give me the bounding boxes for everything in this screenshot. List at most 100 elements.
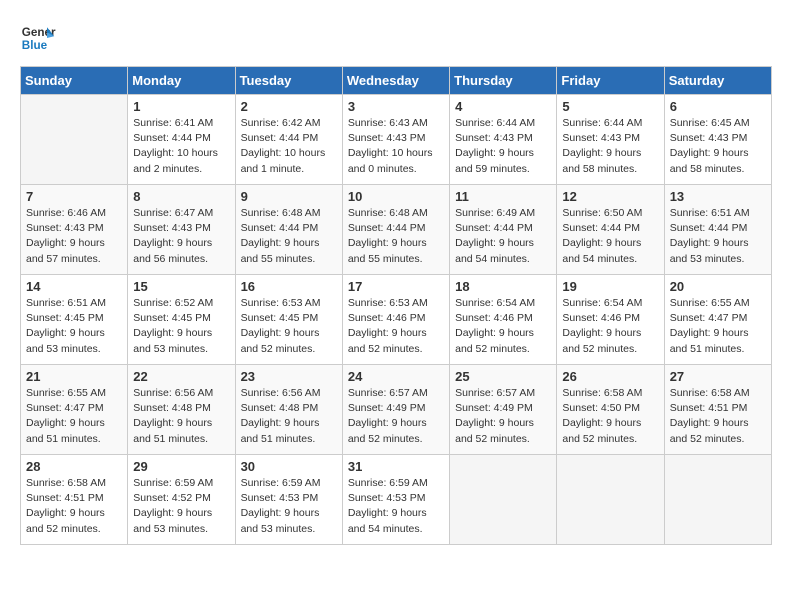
day-number: 7 (26, 189, 122, 204)
day-header-thursday: Thursday (450, 67, 557, 95)
calendar-cell: 30 Sunrise: 6:59 AM Sunset: 4:53 PM Dayli… (235, 455, 342, 545)
day-info: Sunrise: 6:57 AM Sunset: 4:49 PM Dayligh… (348, 386, 444, 447)
logo: General Blue (20, 20, 56, 56)
week-row-3: 14 Sunrise: 6:51 AM Sunset: 4:45 PM Dayli… (21, 275, 772, 365)
calendar-cell: 4 Sunrise: 6:44 AM Sunset: 4:43 PM Daylig… (450, 95, 557, 185)
calendar-table: SundayMondayTuesdayWednesdayThursdayFrid… (20, 66, 772, 545)
calendar-cell: 1 Sunrise: 6:41 AM Sunset: 4:44 PM Daylig… (128, 95, 235, 185)
day-info: Sunrise: 6:59 AM Sunset: 4:53 PM Dayligh… (241, 476, 337, 537)
calendar-cell: 29 Sunrise: 6:59 AM Sunset: 4:52 PM Dayli… (128, 455, 235, 545)
calendar-body: 1 Sunrise: 6:41 AM Sunset: 4:44 PM Daylig… (21, 95, 772, 545)
day-number: 26 (562, 369, 658, 384)
day-number: 23 (241, 369, 337, 384)
day-info: Sunrise: 6:56 AM Sunset: 4:48 PM Dayligh… (241, 386, 337, 447)
day-number: 29 (133, 459, 229, 474)
week-row-2: 7 Sunrise: 6:46 AM Sunset: 4:43 PM Daylig… (21, 185, 772, 275)
day-info: Sunrise: 6:54 AM Sunset: 4:46 PM Dayligh… (562, 296, 658, 357)
calendar-cell (21, 95, 128, 185)
day-number: 11 (455, 189, 551, 204)
day-info: Sunrise: 6:58 AM Sunset: 4:50 PM Dayligh… (562, 386, 658, 447)
day-number: 10 (348, 189, 444, 204)
day-header-friday: Friday (557, 67, 664, 95)
svg-text:Blue: Blue (22, 39, 48, 52)
calendar-cell: 13Sunrise: 6:51 AM Sunset: 4:44 PM Dayli… (664, 185, 771, 275)
day-info: Sunrise: 6:53 AM Sunset: 4:45 PM Dayligh… (241, 296, 337, 357)
day-info: Sunrise: 6:55 AM Sunset: 4:47 PM Dayligh… (670, 296, 766, 357)
week-row-4: 21 Sunrise: 6:55 AM Sunset: 4:47 PM Dayli… (21, 365, 772, 455)
day-info: Sunrise: 6:58 AM Sunset: 4:51 PM Dayligh… (26, 476, 122, 537)
day-info: Sunrise: 6:59 AM Sunset: 4:52 PM Dayligh… (133, 476, 229, 537)
calendar-cell: 23 Sunrise: 6:56 AM Sunset: 4:48 PM Dayli… (235, 365, 342, 455)
day-number: 30 (241, 459, 337, 474)
calendar-cell: 28 Sunrise: 6:58 AM Sunset: 4:51 PM Dayli… (21, 455, 128, 545)
calendar-cell: 2 Sunrise: 6:42 AM Sunset: 4:44 PM Daylig… (235, 95, 342, 185)
day-number: 12 (562, 189, 658, 204)
day-info: Sunrise: 6:58 AM Sunset: 4:51 PM Dayligh… (670, 386, 766, 447)
day-info: Sunrise: 6:48 AM Sunset: 4:44 PM Dayligh… (241, 206, 337, 267)
calendar-cell: 15 Sunrise: 6:52 AM Sunset: 4:45 PM Dayli… (128, 275, 235, 365)
day-number: 21 (26, 369, 122, 384)
day-info: Sunrise: 6:42 AM Sunset: 4:44 PM Dayligh… (241, 116, 337, 177)
day-number: 8 (133, 189, 229, 204)
day-number: 2 (241, 99, 337, 114)
day-number: 4 (455, 99, 551, 114)
day-number: 18 (455, 279, 551, 294)
calendar-cell: 5 Sunrise: 6:44 AM Sunset: 4:43 PM Daylig… (557, 95, 664, 185)
calendar-cell: 20 Sunrise: 6:55 AM Sunset: 4:47 PM Dayli… (664, 275, 771, 365)
week-row-1: 1 Sunrise: 6:41 AM Sunset: 4:44 PM Daylig… (21, 95, 772, 185)
calendar-cell: 25 Sunrise: 6:57 AM Sunset: 4:49 PM Dayli… (450, 365, 557, 455)
day-number: 5 (562, 99, 658, 114)
day-number: 14 (26, 279, 122, 294)
day-info: Sunrise: 6:49 AM Sunset: 4:44 PM Dayligh… (455, 206, 551, 267)
day-info: Sunrise: 6:48 AM Sunset: 4:44 PM Dayligh… (348, 206, 444, 267)
day-info: Sunrise: 6:55 AM Sunset: 4:47 PM Dayligh… (26, 386, 122, 447)
day-number: 22 (133, 369, 229, 384)
calendar-cell: 12Sunrise: 6:50 AM Sunset: 4:44 PM Dayli… (557, 185, 664, 275)
calendar-cell: 21 Sunrise: 6:55 AM Sunset: 4:47 PM Dayli… (21, 365, 128, 455)
day-info: Sunrise: 6:57 AM Sunset: 4:49 PM Dayligh… (455, 386, 551, 447)
day-info: Sunrise: 6:51 AM Sunset: 4:44 PM Dayligh… (670, 206, 766, 267)
day-number: 3 (348, 99, 444, 114)
day-number: 6 (670, 99, 766, 114)
calendar-cell: 16 Sunrise: 6:53 AM Sunset: 4:45 PM Dayli… (235, 275, 342, 365)
logo-icon: General Blue (20, 20, 56, 56)
day-number: 19 (562, 279, 658, 294)
day-header-tuesday: Tuesday (235, 67, 342, 95)
calendar-cell: 9Sunrise: 6:48 AM Sunset: 4:44 PM Daylig… (235, 185, 342, 275)
calendar-cell (664, 455, 771, 545)
calendar-cell (450, 455, 557, 545)
day-number: 28 (26, 459, 122, 474)
day-info: Sunrise: 6:51 AM Sunset: 4:45 PM Dayligh… (26, 296, 122, 357)
day-number: 20 (670, 279, 766, 294)
day-number: 16 (241, 279, 337, 294)
day-info: Sunrise: 6:47 AM Sunset: 4:43 PM Dayligh… (133, 206, 229, 267)
day-number: 24 (348, 369, 444, 384)
day-info: Sunrise: 6:41 AM Sunset: 4:44 PM Dayligh… (133, 116, 229, 177)
day-number: 15 (133, 279, 229, 294)
calendar-cell: 3 Sunrise: 6:43 AM Sunset: 4:43 PM Daylig… (342, 95, 449, 185)
day-info: Sunrise: 6:46 AM Sunset: 4:43 PM Dayligh… (26, 206, 122, 267)
week-row-5: 28 Sunrise: 6:58 AM Sunset: 4:51 PM Dayli… (21, 455, 772, 545)
page-header: General Blue (20, 20, 772, 56)
day-info: Sunrise: 6:59 AM Sunset: 4:53 PM Dayligh… (348, 476, 444, 537)
calendar-cell: 22Sunrise: 6:56 AM Sunset: 4:48 PM Dayli… (128, 365, 235, 455)
day-info: Sunrise: 6:44 AM Sunset: 4:43 PM Dayligh… (455, 116, 551, 177)
calendar-cell: 6 Sunrise: 6:45 AM Sunset: 4:43 PM Daylig… (664, 95, 771, 185)
calendar-cell: 7 Sunrise: 6:46 AM Sunset: 4:43 PM Daylig… (21, 185, 128, 275)
day-number: 25 (455, 369, 551, 384)
calendar-header-row: SundayMondayTuesdayWednesdayThursdayFrid… (21, 67, 772, 95)
day-info: Sunrise: 6:45 AM Sunset: 4:43 PM Dayligh… (670, 116, 766, 177)
day-info: Sunrise: 6:52 AM Sunset: 4:45 PM Dayligh… (133, 296, 229, 357)
day-header-sunday: Sunday (21, 67, 128, 95)
calendar-cell: 31Sunrise: 6:59 AM Sunset: 4:53 PM Dayli… (342, 455, 449, 545)
day-info: Sunrise: 6:44 AM Sunset: 4:43 PM Dayligh… (562, 116, 658, 177)
calendar-cell: 11 Sunrise: 6:49 AM Sunset: 4:44 PM Dayli… (450, 185, 557, 275)
day-number: 1 (133, 99, 229, 114)
calendar-cell: 26 Sunrise: 6:58 AM Sunset: 4:50 PM Dayli… (557, 365, 664, 455)
calendar-cell: 17Sunrise: 6:53 AM Sunset: 4:46 PM Dayli… (342, 275, 449, 365)
calendar-cell: 27Sunrise: 6:58 AM Sunset: 4:51 PM Dayli… (664, 365, 771, 455)
day-info: Sunrise: 6:43 AM Sunset: 4:43 PM Dayligh… (348, 116, 444, 177)
calendar-cell: 18Sunrise: 6:54 AM Sunset: 4:46 PM Dayli… (450, 275, 557, 365)
calendar-cell: 8 Sunrise: 6:47 AM Sunset: 4:43 PM Daylig… (128, 185, 235, 275)
day-header-wednesday: Wednesday (342, 67, 449, 95)
